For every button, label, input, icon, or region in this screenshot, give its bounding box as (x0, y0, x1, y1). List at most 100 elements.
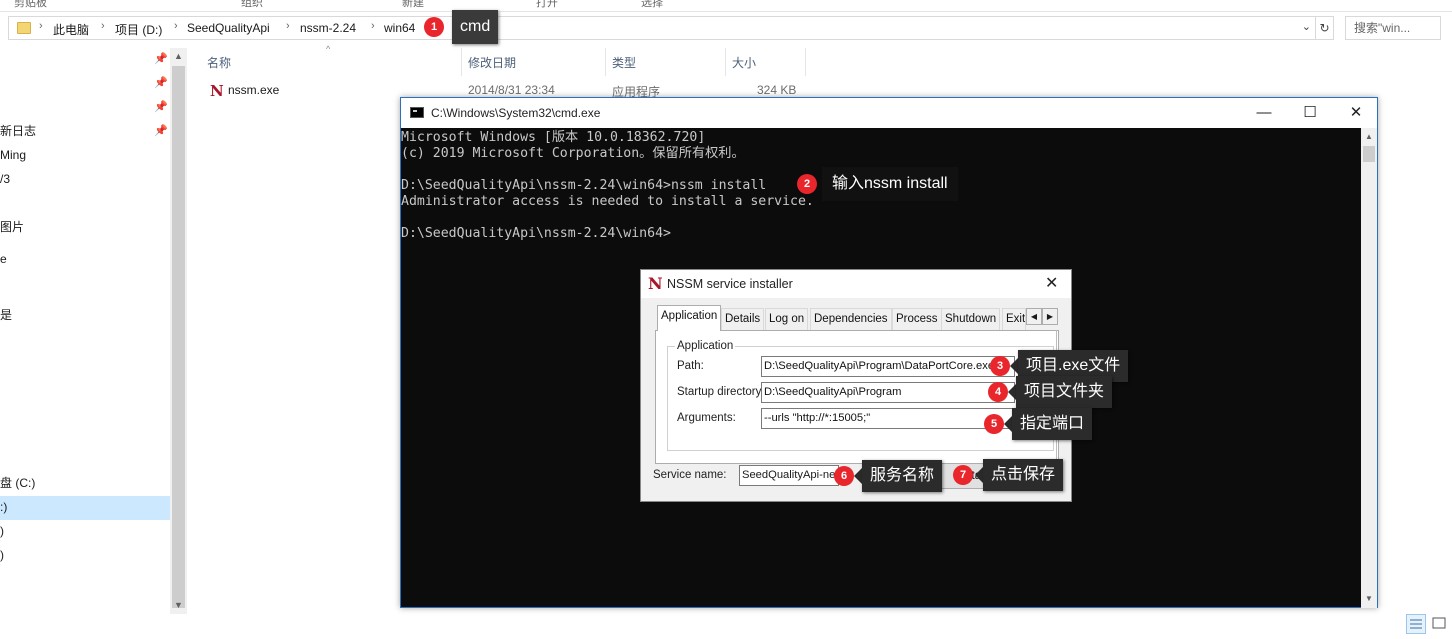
nav-scrollbar[interactable]: ▲ ▼ (170, 48, 187, 614)
ribbon-clipboard[interactable]: 剪贴板 (14, 0, 47, 10)
chevron-down-icon[interactable]: ⌄ (1302, 20, 1311, 33)
address-bar[interactable]: › 此电脑 › 项目 (D:) › SeedQualityApi › nssm-… (8, 16, 1316, 40)
breadcrumb-win64[interactable]: win64 (384, 21, 415, 35)
cmd-title: C:\Windows\System32\cmd.exe (431, 106, 601, 120)
annotation-callout-1: cmd (452, 10, 499, 44)
annotation-badge-2: 2 (797, 174, 817, 194)
column-size[interactable]: 大小 (732, 54, 756, 71)
nav-item-log[interactable]: 新日志 (0, 120, 36, 142)
chevron-right-icon[interactable]: › (371, 20, 375, 32)
refresh-icon[interactable]: ↻ (1316, 16, 1334, 40)
annotation-callout-7: 点击保存 (983, 459, 1064, 491)
nav-item-selected[interactable] (0, 496, 170, 520)
callout-pointer (1008, 384, 1016, 400)
nav-item-drive-e[interactable]: ) (0, 520, 4, 542)
arguments-field[interactable]: --urls "http://*:15005;" (761, 408, 1015, 429)
tab-dependencies[interactable]: Dependencies (810, 308, 892, 330)
file-name[interactable]: nssm.exe (228, 83, 279, 97)
details-view-icon[interactable] (1406, 614, 1426, 634)
path-field[interactable]: D:\SeedQualityApi\Program\DataPortCore.e… (761, 356, 1015, 377)
ribbon-new[interactable]: 新建 (402, 0, 424, 10)
column-divider[interactable] (725, 48, 726, 76)
minimize-icon[interactable]: — (1253, 102, 1275, 124)
group-label: Application (675, 340, 736, 352)
chevron-right-icon[interactable]: › (174, 20, 178, 32)
nssm-file-icon: N (210, 82, 224, 100)
tab-application[interactable]: Application (657, 305, 722, 331)
breadcrumb-seedqualityapi[interactable]: SeedQualityApi (187, 21, 270, 35)
pin-icon[interactable]: 📌 (154, 76, 168, 89)
annotation-badge-6: 6 (834, 466, 854, 486)
file-date: 2014/8/31 23:34 (468, 83, 555, 97)
file-size: 324 KB (757, 83, 797, 97)
tab-shutdown[interactable]: Shutdown (941, 308, 1001, 330)
breadcrumb-this-pc[interactable]: 此电脑 (53, 21, 89, 38)
nav-item-shi[interactable]: 是 (0, 304, 12, 326)
callout-pointer (854, 468, 862, 484)
folder-icon (17, 22, 31, 34)
nav-item-pictures[interactable]: 图片 (0, 216, 24, 238)
breadcrumb-nssm[interactable]: nssm-2.24 (300, 21, 356, 35)
callout-pointer (975, 467, 983, 483)
pin-icon[interactable]: 📌 (154, 100, 168, 113)
pin-icon[interactable]: 📌 (154, 124, 168, 137)
tab-logon[interactable]: Log on (765, 308, 809, 330)
tab-scroll-arrows[interactable]: ◀ ▶ (1026, 308, 1058, 326)
cmd-titlebar[interactable]: C:\Windows\System32\cmd.exe — ☐ ✕ (401, 98, 1377, 128)
column-name[interactable]: 名称 (207, 54, 231, 71)
column-type[interactable]: 类型 (612, 54, 636, 71)
tab-exit[interactable]: Exit (1002, 308, 1026, 330)
tab-details[interactable]: Details (721, 308, 765, 330)
close-icon[interactable]: ✕ (1045, 273, 1058, 293)
scroll-up-icon[interactable]: ▲ (174, 51, 183, 61)
search-input[interactable]: 搜索"win... (1345, 16, 1441, 40)
column-divider[interactable] (461, 48, 462, 76)
startup-directory-label: Startup directory: (677, 386, 765, 398)
large-icons-view-icon[interactable] (1430, 614, 1450, 634)
ribbon-select[interactable]: 选择 (641, 0, 663, 10)
scroll-down-icon[interactable]: ▼ (174, 600, 183, 610)
console-line: D:\SeedQualityApi\nssm-2.24\win64>nssm i… (401, 178, 767, 193)
nssm-titlebar[interactable]: N NSSM service installer ✕ (641, 270, 1071, 298)
nav-item-ming[interactable]: Ming (0, 144, 26, 166)
arrow-right-icon[interactable]: ▶ (1042, 308, 1058, 325)
sort-up-icon: ^ (326, 44, 331, 54)
navigation-pane: 📌 📌 📌 📌 新日志 Ming /3 图片 e 是 盘 (C:) (0, 48, 170, 612)
nav-item-drive-c[interactable]: 盘 (C:) (0, 472, 35, 494)
ribbon-open[interactable]: 打开 (536, 0, 558, 10)
cmd-scrollbar[interactable]: ▲ ▼ (1361, 128, 1377, 608)
ribbon-organize[interactable]: 组织 (241, 0, 263, 10)
chevron-right-icon[interactable]: › (286, 20, 290, 32)
breadcrumb-drive-d[interactable]: 项目 (D:) (115, 21, 162, 38)
annotation-callout-4: 项目文件夹 (1016, 376, 1113, 408)
annotation-badge-5: 5 (984, 414, 1004, 434)
path-label: Path: (677, 360, 704, 372)
callout-pointer (1004, 416, 1012, 432)
console-line: Microsoft Windows [版本 10.0.18362.720] (401, 130, 706, 145)
scroll-thumb[interactable] (172, 66, 185, 608)
arrow-left-icon[interactable]: ◀ (1026, 308, 1042, 325)
nav-item-e[interactable]: e (0, 248, 7, 270)
scroll-down-icon[interactable]: ▼ (1365, 594, 1373, 603)
nav-item-drive-f[interactable]: ) (0, 544, 4, 566)
service-name-label: Service name: (653, 469, 727, 481)
nav-item-3[interactable]: /3 (0, 168, 10, 190)
column-date[interactable]: 修改日期 (468, 54, 516, 71)
maximize-icon[interactable]: ☐ (1299, 102, 1321, 124)
console-line: D:\SeedQualityApi\nssm-2.24\win64> (401, 226, 671, 241)
tab-process[interactable]: Process (892, 308, 942, 330)
nav-item-drive-d[interactable]: :) (0, 496, 7, 518)
pin-icon[interactable]: 📌 (154, 52, 168, 65)
scroll-up-icon[interactable]: ▲ (1365, 132, 1373, 141)
chevron-right-icon[interactable]: › (101, 20, 105, 32)
console-line: Administrator access is needed to instal… (401, 194, 814, 209)
nssm-title: NSSM service installer (667, 277, 793, 291)
service-name-field[interactable]: SeedQualityApi-net (739, 465, 839, 486)
close-icon[interactable]: ✕ (1345, 102, 1367, 124)
nssm-logo-icon: N (648, 274, 663, 293)
startup-directory-field[interactable]: D:\SeedQualityApi\Program (761, 382, 1015, 403)
column-divider[interactable] (605, 48, 606, 76)
chevron-right-icon[interactable]: › (39, 20, 43, 32)
scroll-thumb[interactable] (1363, 146, 1375, 162)
column-divider[interactable] (805, 48, 806, 76)
